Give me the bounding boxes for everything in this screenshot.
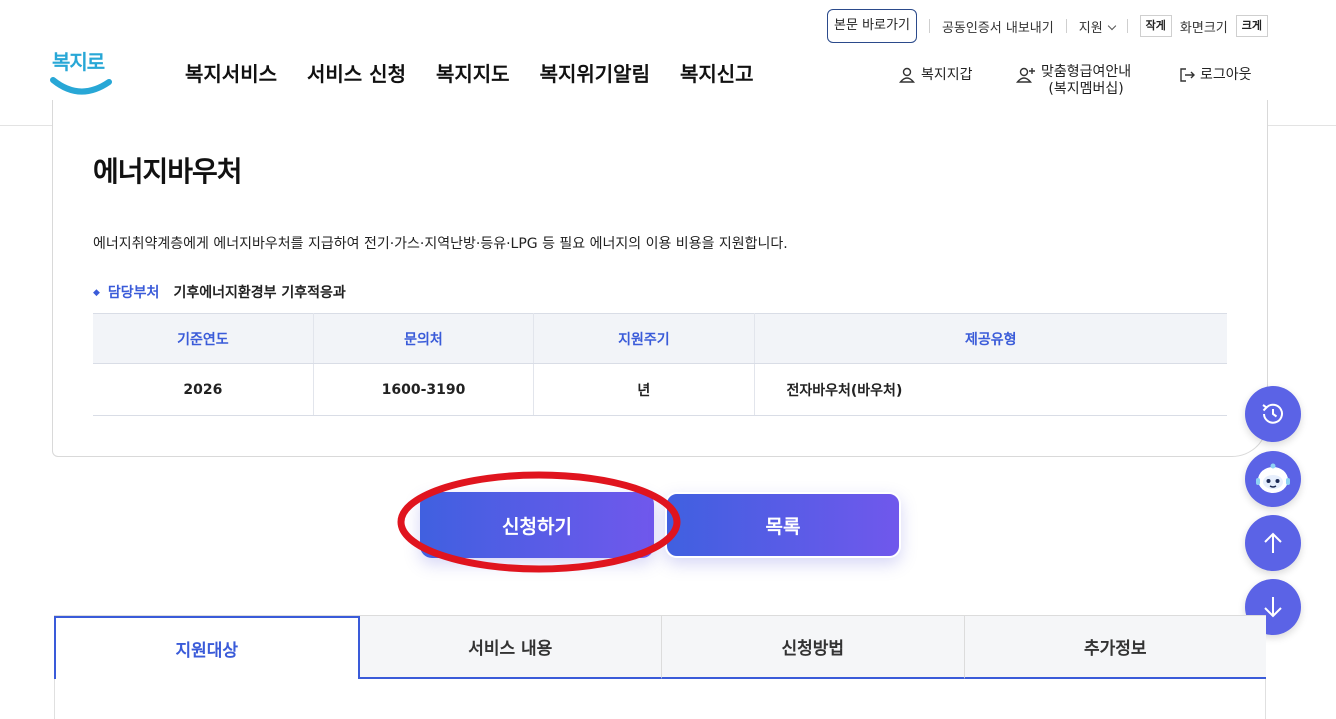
header-provision-type: 제공유형 (754, 313, 1227, 364)
nav-welfare-report[interactable]: 복지신고 (680, 58, 754, 87)
chevron-down-icon (1107, 21, 1116, 30)
logo-smile-icon (50, 77, 112, 95)
scroll-top-button[interactable] (1245, 515, 1301, 571)
nav-welfare-services[interactable]: 복지서비스 (185, 58, 277, 87)
divider (928, 19, 930, 33)
chatbot-button[interactable] (1245, 451, 1301, 507)
divider (1065, 19, 1067, 33)
tab-panel (54, 679, 1266, 719)
tab-application-method[interactable]: 신청방법 (662, 616, 965, 679)
chatbot-icon (1256, 463, 1290, 493)
department-info: ◆ 담당부처 기후에너지환경부 기후적응과 (93, 282, 346, 302)
font-large-button[interactable]: 크게 (1235, 15, 1268, 37)
header-contact: 문의처 (313, 313, 535, 364)
header-support-cycle: 지원주기 (533, 313, 755, 364)
nav-welfare-map[interactable]: 복지지도 (436, 58, 510, 87)
content-tabs: 지원대상 서비스 내용 신청방법 추가정보 (54, 615, 1266, 679)
support-dropdown[interactable]: 지원 (1078, 17, 1116, 36)
service-description: 에너지취약계층에게 에너지바우처를 지급하여 전기·가스·지역난방·등유·LPG… (93, 236, 788, 252)
font-small-button[interactable]: 작게 (1139, 15, 1172, 37)
user-icon (899, 67, 915, 83)
cell-provision-type: 전자바우처(바우처) (754, 363, 1227, 416)
recent-history-button[interactable] (1245, 386, 1301, 442)
apply-button[interactable]: 신청하기 (420, 492, 654, 558)
zoom-label: 화면크기 (1179, 20, 1228, 36)
table-row: 2026 1600-3190 년 전자바우처(바우처) (93, 363, 1227, 416)
tab-service-content[interactable]: 서비스 내용 (359, 616, 662, 679)
membership-label-line2: (복지멤버십) (1048, 81, 1124, 97)
recent-history-icon (1262, 403, 1283, 424)
utility-bar: 본문 바로가기 공동인증서 내보내기 지원 작게 화면크기 크게 (827, 8, 1268, 44)
department-value: 기후에너지환경부 기후적응과 (173, 285, 346, 301)
tab-additional-info[interactable]: 추가정보 (964, 616, 1266, 679)
service-info-table: 기준연도 문의처 지원주기 제공유형 2026 1600-3190 년 전자바우… (93, 313, 1227, 416)
divider (1126, 19, 1128, 33)
page-title: 에너지바우처 (93, 155, 243, 188)
nav-service-apply[interactable]: 서비스 신청 (307, 58, 406, 87)
membership-link[interactable]: 맞춤형급여안내 (복지멤버십) (1016, 64, 1131, 98)
site-logo[interactable]: 복지로 (50, 46, 112, 102)
list-button[interactable]: 목록 (665, 492, 901, 558)
skip-to-content-link[interactable]: 본문 바로가기 (827, 9, 917, 43)
wallet-link[interactable]: 복지지갑 (898, 64, 973, 84)
nav-crisis-alert[interactable]: 복지위기알림 (540, 58, 650, 87)
cell-contact: 1600-3190 (313, 363, 535, 416)
arrow-up-icon (1264, 532, 1282, 553)
cell-base-year: 2026 (93, 363, 314, 416)
export-cert-link[interactable]: 공동인증서 내보내기 (942, 17, 1054, 36)
logout-icon (1180, 68, 1195, 82)
tab-eligibility[interactable]: 지원대상 (54, 616, 360, 679)
user-add-icon (1016, 67, 1035, 83)
support-label: 지원 (1078, 20, 1103, 36)
diamond-bullet-icon: ◆ (93, 288, 100, 298)
table-header-row: 기준연도 문의처 지원주기 제공유형 (93, 313, 1227, 364)
wallet-label: 복지지갑 (921, 67, 973, 83)
header-base-year: 기준연도 (93, 313, 314, 364)
department-label: 담당부처 (107, 285, 160, 301)
logout-label: 로그아웃 (1200, 67, 1252, 83)
membership-label-line1: 맞춤형급여안내 (1041, 64, 1132, 80)
cell-support-cycle: 년 (533, 363, 755, 416)
logout-link[interactable]: 로그아웃 (1179, 64, 1252, 84)
main-navigation: 복지서비스 서비스 신청 복지지도 복지위기알림 복지신고 (185, 58, 784, 87)
